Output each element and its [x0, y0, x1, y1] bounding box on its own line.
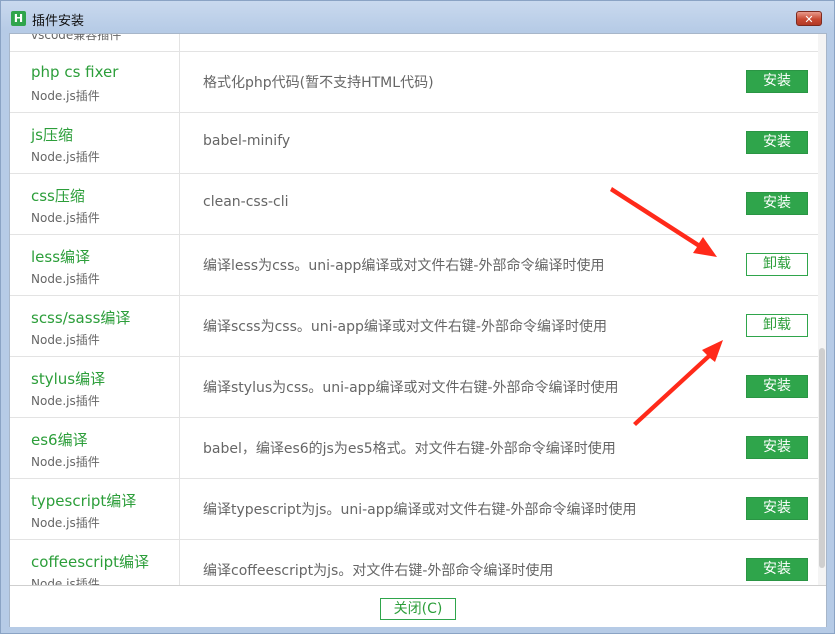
- uninstall-button[interactable]: 卸载: [746, 253, 808, 276]
- install-button[interactable]: 安装: [746, 131, 808, 154]
- plugin-name: less编译: [31, 248, 91, 266]
- plugin-description: 编译stylus为css。uni-app编译或对文件右键-外部命令编译时使用: [203, 380, 619, 396]
- plugin-row-typescript: typescript编译 Node.js插件 编译typescript为js。u…: [10, 479, 818, 540]
- title-bar: H 插件安装 ✕: [1, 1, 834, 33]
- install-button[interactable]: 安装: [746, 558, 808, 581]
- plugin-name: css压缩: [31, 187, 85, 205]
- plugin-name: php cs fixer: [31, 63, 119, 81]
- plugin-name: coffeescript编译: [31, 553, 150, 571]
- plugin-row-es6: es6编译 Node.js插件 babel，编译es6的js为es5格式。对文件…: [10, 418, 818, 479]
- plugin-type: Node.js插件: [31, 394, 100, 408]
- vertical-scrollbar[interactable]: [818, 34, 826, 585]
- plugin-row-stylus: stylus编译 Node.js插件 编译stylus为css。uni-app编…: [10, 357, 818, 418]
- plugin-description: 编译scss为css。uni-app编译或对文件右键-外部命令编译时使用: [203, 319, 607, 335]
- plugin-name: js压缩: [31, 126, 73, 144]
- plugin-description: 编译less为css。uni-app编译或对文件右键-外部命令编译时使用: [203, 258, 605, 274]
- plugin-type: Node.js插件: [31, 577, 100, 585]
- uninstall-button[interactable]: 卸载: [746, 314, 808, 337]
- dialog-content: vscode兼容插件 php cs fixer Node.js插件 格式化php…: [9, 33, 827, 627]
- plugin-name: typescript编译: [31, 492, 137, 510]
- dialog-footer: 关闭(C): [10, 585, 826, 627]
- plugin-row-js-minify: js压缩 Node.js插件 babel-minify 安装: [10, 113, 818, 174]
- plugin-list: vscode兼容插件 php cs fixer Node.js插件 格式化php…: [10, 34, 826, 585]
- plugin-row-css-minify: css压缩 Node.js插件 clean-css-cli 安装: [10, 174, 818, 235]
- window-close-button[interactable]: ✕: [796, 11, 822, 26]
- plugin-row-coffeescript: coffeescript编译 Node.js插件 编译coffeescript为…: [10, 540, 818, 585]
- scrollbar-thumb[interactable]: [819, 348, 825, 568]
- plugin-row-less: less编译 Node.js插件 编译less为css。uni-app编译或对文…: [10, 235, 818, 296]
- window-title: 插件安装: [32, 14, 85, 29]
- plugin-install-window: H 插件安装 ✕ vscode兼容插件 php cs fixer Node.js…: [0, 0, 835, 634]
- install-button[interactable]: 安装: [746, 436, 808, 459]
- plugin-description: 格式化php代码(暂不支持HTML代码): [203, 75, 434, 91]
- install-button[interactable]: 安装: [746, 375, 808, 398]
- plugin-type: vscode兼容插件: [31, 34, 122, 42]
- plugin-name: es6编译: [31, 431, 88, 449]
- plugin-description: 编译coffeescript为js。对文件右键-外部命令编译时使用: [203, 563, 554, 579]
- plugin-name: scss/sass编译: [31, 309, 131, 327]
- plugin-description: babel-minify: [203, 133, 291, 149]
- plugin-description: clean-css-cli: [203, 194, 289, 210]
- plugin-row-partial: vscode兼容插件: [10, 34, 818, 52]
- plugin-type: Node.js插件: [31, 211, 100, 225]
- plugin-type: Node.js插件: [31, 455, 100, 469]
- plugin-description: 编译typescript为js。uni-app编译或对文件右键-外部命令编译时使…: [203, 502, 637, 518]
- hbuilder-app-icon: H: [11, 11, 26, 26]
- install-button[interactable]: 安装: [746, 70, 808, 93]
- plugin-row-php-cs-fixer: php cs fixer Node.js插件 格式化php代码(暂不支持HTML…: [10, 52, 818, 113]
- plugin-row-scss-sass: scss/sass编译 Node.js插件 编译scss为css。uni-app…: [10, 296, 818, 357]
- install-button[interactable]: 安装: [746, 497, 808, 520]
- plugin-type: Node.js插件: [31, 89, 100, 103]
- plugin-name: stylus编译: [31, 370, 106, 388]
- install-button[interactable]: 安装: [746, 192, 808, 215]
- plugin-type: Node.js插件: [31, 333, 100, 347]
- plugin-description: babel，编译es6的js为es5格式。对文件右键-外部命令编译时使用: [203, 441, 616, 457]
- plugin-type: Node.js插件: [31, 150, 100, 164]
- plugin-type: Node.js插件: [31, 516, 100, 530]
- close-dialog-button[interactable]: 关闭(C): [380, 598, 456, 620]
- plugin-type: Node.js插件: [31, 272, 100, 286]
